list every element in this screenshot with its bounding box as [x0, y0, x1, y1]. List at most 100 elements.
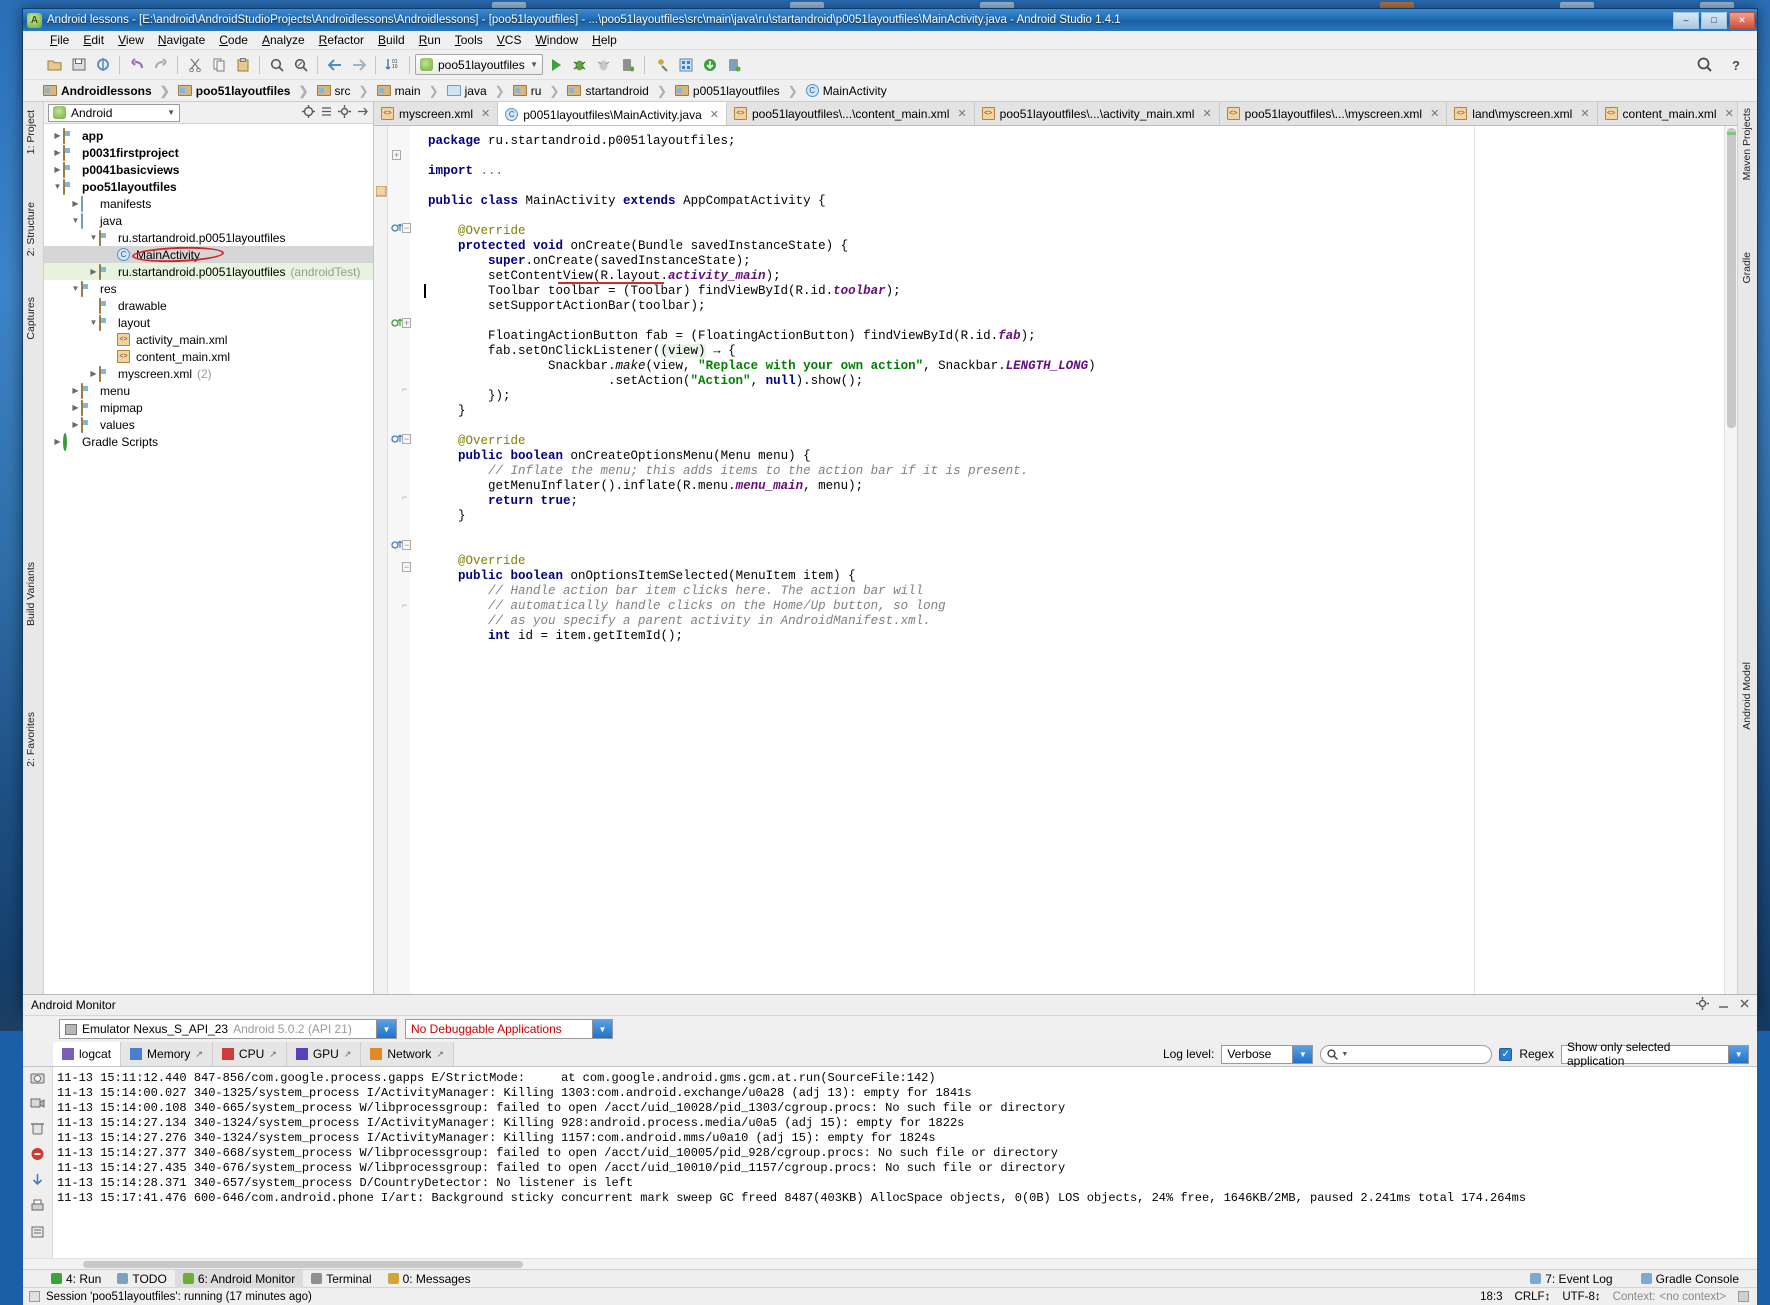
close-panel-icon[interactable]: [1738, 997, 1751, 1013]
cut-icon[interactable]: [183, 53, 206, 76]
close-icon[interactable]: ✕: [1725, 107, 1734, 120]
breadcrumb-item-startandroid[interactable]: startandroid❯: [565, 84, 672, 98]
close-icon[interactable]: ✕: [1430, 107, 1439, 120]
tree-node-java[interactable]: ▼java: [44, 212, 373, 229]
close-icon[interactable]: ✕: [1202, 107, 1211, 120]
menu-item-run[interactable]: Run: [412, 32, 448, 48]
run-configuration-selector[interactable]: poo51layoutfiles ▼: [415, 54, 543, 75]
rail-item-project[interactable]: 1: Project: [25, 110, 37, 154]
menu-item-tools[interactable]: Tools: [448, 32, 490, 48]
menu-item-window[interactable]: Window: [528, 32, 585, 48]
debug-icon[interactable]: [568, 53, 591, 76]
editor-tab-content-main-xml[interactable]: <>content_main.xml✕: [1598, 102, 1737, 125]
tree-node-ru-startandroid-p0051layoutfiles[interactable]: ▶ru.startandroid.p0051layoutfiles(androi…: [44, 263, 373, 280]
logcat-horizontal-scrollbar[interactable]: [23, 1258, 1757, 1269]
screenshot-icon[interactable]: [30, 1071, 45, 1087]
breadcrumb-item-poo51layoutfiles[interactable]: poo51layoutfiles❯: [176, 84, 315, 98]
breadcrumb-item-ru[interactable]: ru❯: [511, 84, 566, 98]
toolwindow-button-4-run[interactable]: 4: Run: [43, 1270, 109, 1288]
gear-icon[interactable]: [1696, 997, 1709, 1013]
monitor-tab-cpu[interactable]: CPU↗: [213, 1042, 287, 1066]
monitor-tab-gpu[interactable]: GPU↗: [287, 1042, 362, 1066]
menu-item-file[interactable]: File: [43, 32, 76, 48]
sdk-manager-icon[interactable]: [650, 53, 673, 76]
terminate-icon[interactable]: [30, 1147, 45, 1164]
print-icon[interactable]: [30, 1199, 45, 1216]
close-icon[interactable]: ✕: [481, 107, 490, 120]
fold-end-icon[interactable]: ⌐: [402, 384, 407, 394]
tree-node-content-main-xml[interactable]: <>content_main.xml: [44, 348, 373, 365]
editor-tab-land-myscreen-xml[interactable]: <>land\myscreen.xml✕: [1447, 102, 1597, 125]
detach-icon[interactable]: ↗: [195, 1049, 203, 1060]
code-editor[interactable]: + − + ⌐ − ⌐: [374, 126, 1737, 994]
collapse-all-icon[interactable]: [320, 105, 333, 121]
menu-item-edit[interactable]: Edit: [76, 32, 111, 48]
menu-item-vcs[interactable]: VCS: [490, 32, 529, 48]
run-icon[interactable]: [544, 53, 567, 76]
minimize-panel-icon[interactable]: [1717, 997, 1730, 1013]
breadcrumb-item-main[interactable]: main❯: [375, 84, 445, 98]
close-icon[interactable]: ✕: [1580, 107, 1589, 120]
editor-fold-gutter[interactable]: + − + ⌐ − ⌐: [388, 126, 410, 994]
sync-icon[interactable]: [91, 53, 114, 76]
monitor-tab-memory[interactable]: Memory↗: [121, 1042, 213, 1066]
rail-item-structure[interactable]: 2: Structure: [25, 202, 37, 256]
rail-item-gradle[interactable]: Gradle: [1741, 252, 1753, 284]
process-selector[interactable]: No Debuggable Applications ▼: [405, 1019, 613, 1039]
fold-end-icon-3[interactable]: ⌐: [402, 600, 407, 610]
tree-node-p0041basicviews[interactable]: ▶p0041basicviews: [44, 161, 373, 178]
chevron-down-icon[interactable]: ▼: [592, 1020, 612, 1038]
toolwindow-button-0-messages[interactable]: 0: Messages: [380, 1270, 479, 1288]
expand-arrow-icon[interactable]: ▶: [88, 369, 99, 378]
toolwindow-button-todo[interactable]: TODO: [109, 1270, 174, 1288]
fold-import-icon[interactable]: +: [392, 150, 401, 160]
forward-icon[interactable]: [347, 53, 370, 76]
file-encoding[interactable]: UTF-8↕: [1562, 1291, 1600, 1303]
replace-icon[interactable]: [289, 53, 312, 76]
toolwindow-button-terminal[interactable]: Terminal: [303, 1270, 379, 1288]
gutter-xml-marker[interactable]: [376, 190, 385, 193]
fold-end-icon-2[interactable]: ⌐: [402, 492, 407, 502]
toolwindow-button-gradle-console[interactable]: Gradle Console: [1633, 1270, 1747, 1288]
device-monitor-icon[interactable]: [722, 53, 745, 76]
menu-item-code[interactable]: Code: [212, 32, 255, 48]
logcat-output[interactable]: 11-13 15:11:12.440 847-856/com.google.pr…: [53, 1067, 1757, 1258]
expand-arrow-icon[interactable]: ▶: [88, 267, 99, 276]
expand-arrow-icon[interactable]: ▶: [70, 386, 81, 395]
menu-item-view[interactable]: View: [111, 32, 151, 48]
avd-manager-icon[interactable]: [674, 53, 697, 76]
detach-icon[interactable]: ↗: [269, 1049, 277, 1060]
line-separator[interactable]: CRLF↕: [1515, 1291, 1551, 1303]
back-icon[interactable]: [323, 53, 346, 76]
tree-node-values[interactable]: ▶values: [44, 416, 373, 433]
tree-node-mipmap[interactable]: ▶mipmap: [44, 399, 373, 416]
editor-tab-myscreen-xml[interactable]: <>myscreen.xml✕: [374, 102, 498, 125]
expand-arrow-icon[interactable]: ▶: [52, 148, 63, 157]
hide-icon[interactable]: [356, 105, 369, 121]
target-icon[interactable]: [302, 105, 315, 121]
memory-indicator[interactable]: [1738, 1291, 1749, 1302]
breadcrumb-item-mainactivity[interactable]: CMainActivity: [804, 84, 893, 98]
rail-item-captures[interactable]: Captures: [25, 297, 37, 340]
rail-item-maven[interactable]: Maven Projects: [1741, 108, 1753, 180]
help-icon[interactable]: ?: [1724, 53, 1747, 76]
breadcrumb-item-src[interactable]: src❯: [315, 84, 375, 98]
expand-arrow-icon[interactable]: ▼: [70, 216, 81, 225]
tree-node-mainactivity[interactable]: CMainActivity: [44, 246, 373, 263]
tree-node-app[interactable]: ▶app: [44, 127, 373, 144]
editor-tab-p0051layoutfiles-mainactivity-java[interactable]: Cp0051layoutfiles\MainActivity.java✕: [498, 102, 727, 125]
menu-item-build[interactable]: Build: [371, 32, 412, 48]
device-icon[interactable]: [616, 53, 639, 76]
editor-tab-poo51layoutfiles-activity-main-xml[interactable]: <>poo51layoutfiles\...\activity_main.xml…: [975, 102, 1220, 125]
menu-item-help[interactable]: Help: [585, 32, 624, 48]
tree-node-ru-startandroid-p0051layoutfiles[interactable]: ▼ru.startandroid.p0051layoutfiles: [44, 229, 373, 246]
expand-arrow-icon[interactable]: ▶: [52, 131, 63, 140]
scroll-to-end-icon[interactable]: [30, 1173, 45, 1190]
maximize-button[interactable]: □: [1701, 12, 1727, 29]
rail-item-favorites[interactable]: 2: Favorites: [25, 712, 37, 767]
toolwindow-button-7-event-log[interactable]: 7: Event Log: [1522, 1270, 1620, 1288]
application-filter-selector[interactable]: Show only selected application▼: [1561, 1045, 1749, 1064]
monitor-tab-logcat[interactable]: logcat: [53, 1042, 121, 1066]
editor-vertical-scrollbar[interactable]: [1724, 126, 1737, 994]
tree-node-layout[interactable]: ▼layout: [44, 314, 373, 331]
